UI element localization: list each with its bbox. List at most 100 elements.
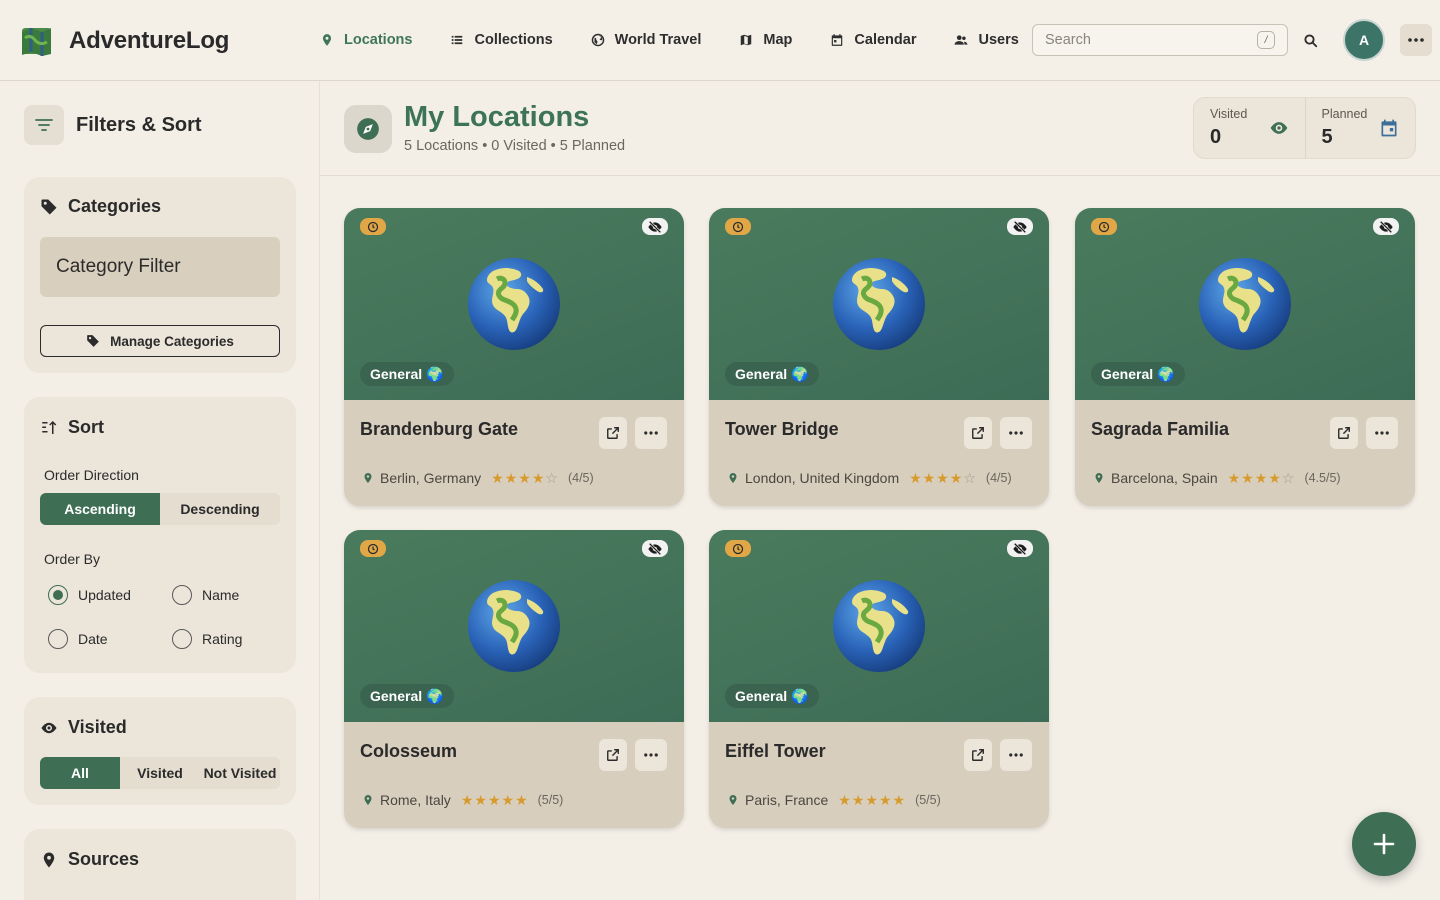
visited-only-option[interactable]: Visited (120, 757, 200, 789)
page-header: My Locations 5 Locations • 0 Visited • 5… (320, 81, 1440, 176)
card-menu-button[interactable] (1000, 739, 1032, 771)
category-label: General (370, 688, 423, 704)
search-box: / (1032, 24, 1288, 56)
location-card[interactable]: General 🌍 Sagrada Familia Barcelona, Spa… (1075, 208, 1415, 506)
star-filled-icon: ★ (838, 792, 851, 808)
radio-unselected (172, 585, 192, 605)
open-location-button[interactable] (964, 417, 992, 449)
location-card[interactable]: General 🌍 Colosseum Rome, Italy ★ ★ ★ ★ ★ (5… (344, 530, 684, 828)
eye-icon (1270, 122, 1287, 134)
rating-text: (5/5) (915, 793, 941, 807)
card-menu-button[interactable] (635, 417, 667, 449)
nav-locations[interactable]: Locations (320, 28, 412, 52)
external-link-icon (607, 427, 619, 439)
location-place: Barcelona, Spain ★ ★ ★ ★ ☆ (4.5/5) (1093, 470, 1341, 486)
star-filled-icon: ★ (1254, 470, 1268, 486)
ascending-option[interactable]: Ascending (40, 493, 160, 525)
more-menu-button[interactable] (1400, 24, 1432, 56)
add-location-button[interactable] (1352, 812, 1416, 876)
nav-calendar[interactable]: Calendar (830, 28, 916, 52)
calendar-icon (1381, 119, 1397, 137)
nav-world-travel[interactable]: World Travel (591, 28, 701, 52)
location-name: Tower Bridge (725, 419, 839, 439)
open-location-button[interactable] (599, 417, 627, 449)
plus-icon (1373, 833, 1395, 855)
filter-lines-icon (35, 119, 53, 131)
place-text: Berlin, Germany (380, 470, 482, 486)
eye-off-icon (648, 542, 662, 555)
star-filled-icon: ★ (531, 470, 545, 486)
order-by-name[interactable]: Name (172, 585, 239, 605)
brand[interactable]: AdventureLog (20, 24, 229, 57)
star-filled-icon: ★ (515, 792, 528, 808)
rating-text: (4/5) (567, 471, 594, 485)
pin-icon (364, 795, 372, 805)
card-menu-button[interactable] (1366, 417, 1398, 449)
order-direction-label: Order Direction (44, 467, 139, 483)
filter-toggle-button[interactable] (24, 105, 64, 145)
page-subtitle: 5 Locations • 0 Visited • 5 Planned (404, 138, 626, 154)
filters-sidebar: Filters & Sort Categories Category Filte… (0, 81, 320, 900)
main-content: My Locations 5 Locations • 0 Visited • 5… (320, 81, 1440, 900)
map-icon (741, 34, 752, 46)
not-visited-option[interactable]: Not Visited (200, 757, 280, 789)
star-filled-icon: ★ (892, 792, 906, 808)
star-filled-icon: ★ (460, 792, 474, 808)
visited-all-option[interactable]: All (40, 757, 120, 789)
sources-panel: Sources (24, 829, 296, 900)
open-location-button[interactable] (599, 739, 627, 771)
app-name: AdventureLog (69, 26, 230, 54)
nav-map[interactable]: Map (739, 28, 792, 52)
rating-stars: ★ ★ ★ ★ ★ (461, 793, 528, 807)
manage-categories-button[interactable]: Manage Categories (40, 325, 280, 357)
more-horizontal-icon (644, 431, 658, 435)
card-menu-button[interactable] (1000, 417, 1032, 449)
search-input[interactable] (1045, 32, 1257, 48)
location-card[interactable]: General 🌍 Eiffel Tower Paris, France ★ ★ ★… (709, 530, 1049, 828)
visited-filter-toggle: All Visited Not Visited (40, 757, 280, 789)
open-location-button[interactable] (1330, 417, 1358, 449)
sort-panel: Sort Order Direction Ascending Descendin… (24, 397, 296, 673)
rating-stars: ★ ★ ★ ★ ☆ (491, 471, 558, 485)
more-horizontal-icon (1009, 431, 1023, 435)
eye-off-icon (648, 220, 662, 233)
order-by-rating[interactable]: Rating (172, 629, 242, 649)
planned-stat: Planned 5 (1304, 98, 1416, 158)
tag-icon (87, 335, 99, 347)
rating-text: (4.5/5) (1304, 471, 1341, 485)
clock-icon (1098, 221, 1110, 232)
category-label: General (735, 688, 788, 704)
private-badge (642, 540, 668, 557)
clock-icon (732, 221, 744, 232)
planned-badge (1091, 218, 1117, 235)
order-by-label: Order By (44, 551, 101, 567)
pin-icon (322, 34, 332, 46)
nav-users[interactable]: Users (954, 28, 1019, 52)
location-card[interactable]: General 🌍 Tower Bridge London, United Ki… (709, 208, 1049, 506)
location-place: Rome, Italy ★ ★ ★ ★ ★ (5/5) (362, 792, 563, 808)
category-badge: General 🌍 (360, 684, 454, 708)
open-location-button[interactable] (964, 739, 992, 771)
pin-icon (1095, 473, 1103, 483)
star-filled-icon: ★ (1268, 470, 1281, 486)
nav-collections[interactable]: Collections (450, 28, 553, 52)
globe-placeholder-icon (468, 258, 560, 350)
descending-option[interactable]: Descending (160, 493, 280, 525)
more-horizontal-icon (644, 753, 658, 757)
globe-emoji-icon: 🌍 (791, 687, 809, 704)
private-badge (1007, 540, 1033, 557)
search-icon[interactable] (1302, 32, 1320, 50)
location-card[interactable]: General 🌍 Brandenburg Gate Berlin, Germa… (344, 208, 684, 506)
location-place: London, United Kingdom ★ ★ ★ ★ ☆ (4/5) (727, 470, 1012, 486)
order-by-updated[interactable]: Updated (48, 585, 131, 605)
card-menu-button[interactable] (635, 739, 667, 771)
private-badge (642, 218, 668, 235)
location-place: Paris, France ★ ★ ★ ★ ★ (5/5) (727, 792, 941, 808)
globe-emoji-icon: 🌍 (1157, 365, 1175, 382)
visited-title: Visited (40, 717, 127, 738)
card-image-area: General 🌍 (344, 530, 684, 722)
category-filter-dropdown[interactable]: Category Filter (40, 237, 280, 297)
user-avatar[interactable]: A (1343, 19, 1385, 61)
order-by-date[interactable]: Date (48, 629, 108, 649)
star-filled-icon: ★ (922, 470, 936, 486)
